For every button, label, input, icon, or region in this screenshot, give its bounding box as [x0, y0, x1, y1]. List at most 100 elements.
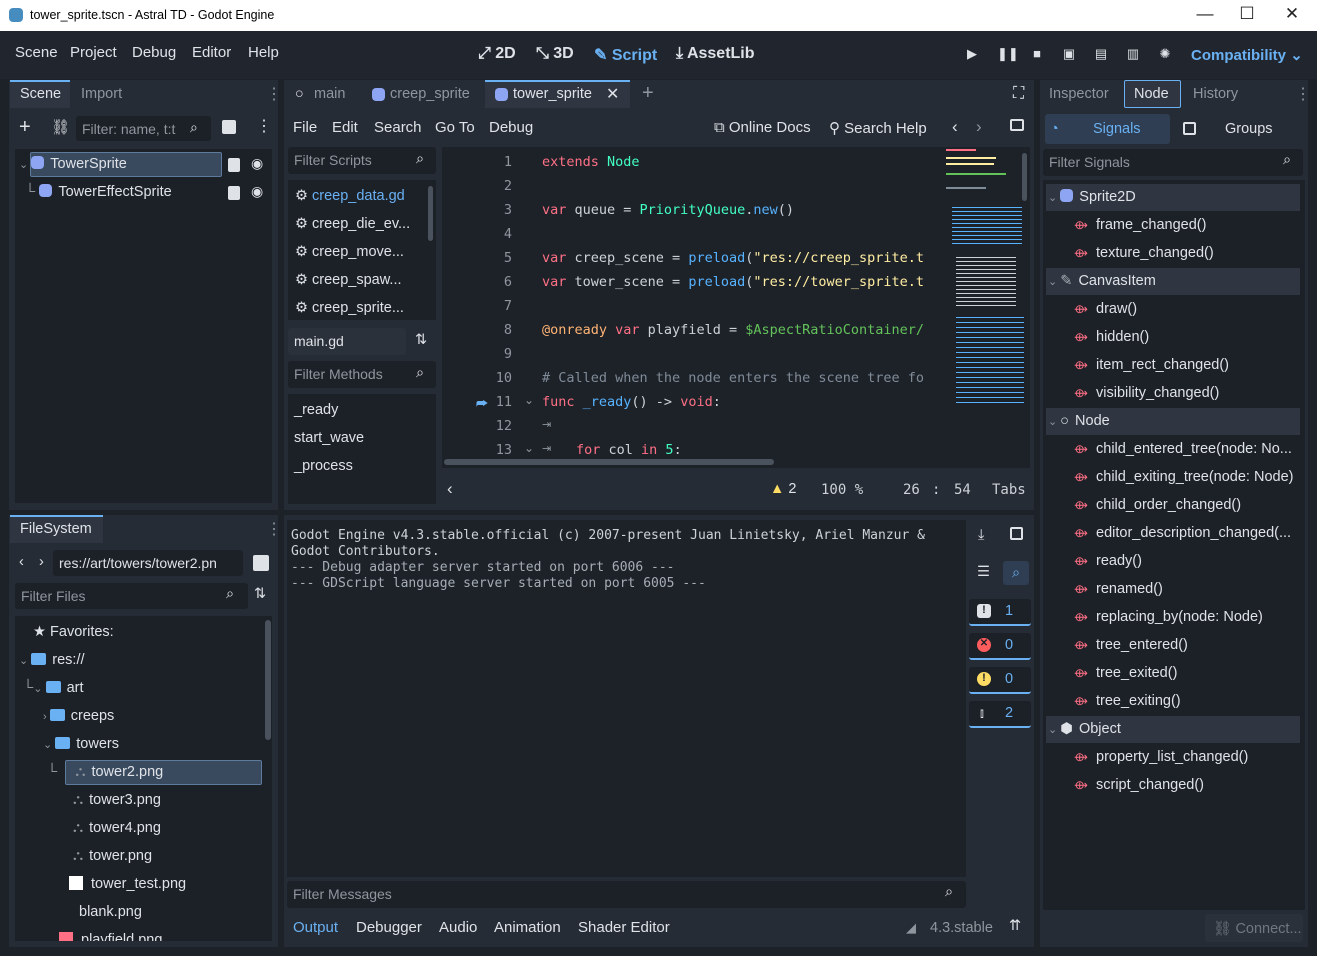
scene-options-icon[interactable]: ⋮: [256, 116, 272, 136]
float-window-icon[interactable]: [1010, 119, 1024, 131]
bottom-tab-animation[interactable]: Animation: [494, 919, 561, 936]
script-menu-debug[interactable]: Debug: [489, 119, 533, 136]
script-menu-goto[interactable]: Go To: [435, 119, 475, 136]
add-node-icon[interactable]: +: [19, 116, 31, 139]
script-menu-edit[interactable]: Edit: [332, 119, 358, 136]
signal-item-rect-changed[interactable]: ⟴ item_rect_changed(): [1074, 357, 1229, 373]
menu-project[interactable]: Project: [70, 44, 117, 61]
stop-icon[interactable]: ■: [1029, 47, 1045, 61]
signal-frame-changed[interactable]: ⟴ frame_changed(): [1074, 217, 1206, 233]
script-menu-search[interactable]: Search: [374, 119, 422, 136]
code-hscrollbar[interactable]: [444, 459, 774, 465]
sort-icon[interactable]: ⇅: [254, 586, 266, 602]
remote-debug-icon[interactable]: ▣: [1061, 47, 1077, 61]
close-tab-icon[interactable]: ✕: [606, 84, 619, 104]
tab-inspector[interactable]: Inspector: [1049, 86, 1109, 102]
favorites-item[interactable]: ★ Favorites:: [33, 624, 114, 640]
filter-messages-input[interactable]: Filter Messages: [287, 881, 966, 908]
signal-child-entered-tree[interactable]: ⟴ child_entered_tree(node: No...: [1074, 441, 1292, 457]
signal-ready[interactable]: ⟴ ready(): [1074, 553, 1142, 569]
collapse-icon[interactable]: ☰: [977, 564, 990, 580]
code-minimap[interactable]: [944, 147, 1024, 447]
copy-icon[interactable]: [1010, 527, 1023, 540]
filter-scripts-input[interactable]: Filter Scripts: [288, 147, 436, 174]
script-icon[interactable]: [228, 158, 240, 172]
script-list-scrollbar[interactable]: [428, 186, 433, 241]
file-tower[interactable]: ⛬ tower.png: [73, 848, 152, 864]
online-docs-button[interactable]: ⧉ Online Docs: [714, 119, 811, 136]
signal-tree-exiting[interactable]: ⟴ tree_exiting(): [1074, 693, 1181, 709]
signal-child-exiting-tree[interactable]: ⟴ child_exiting_tree(node: Node): [1074, 469, 1294, 485]
filesystem-path-input[interactable]: res://art/towers/tower2.pn: [53, 550, 243, 576]
editor-tab-tower-sprite[interactable]: tower_sprite: [513, 86, 592, 102]
file-tower4[interactable]: ⛬ tower4.png: [73, 820, 161, 836]
visibility-eye-icon[interactable]: ◉: [251, 155, 263, 172]
menu-debug[interactable]: Debug: [132, 44, 176, 61]
history-back-icon[interactable]: ‹: [952, 117, 958, 137]
filter-signals-input[interactable]: Filter Signals: [1043, 149, 1303, 176]
script-item-creep-data[interactable]: ⚙ creep_data.gd: [295, 188, 405, 204]
menu-editor[interactable]: Editor: [192, 44, 231, 61]
visibility-eye-icon[interactable]: ◉: [251, 183, 263, 200]
warning-count[interactable]: ▲ 2: [770, 481, 796, 497]
back-icon[interactable]: ‹: [19, 554, 24, 570]
minimize-icon[interactable]: —: [1195, 4, 1215, 24]
signal-property-list-changed[interactable]: ⟴ property_list_changed(): [1074, 749, 1248, 765]
folder-res[interactable]: ⌄ res://: [19, 652, 85, 668]
filesystem-scrollbar[interactable]: [265, 620, 271, 740]
folder-art[interactable]: └⌄ art: [23, 680, 83, 696]
bottom-tab-output[interactable]: Output: [293, 919, 338, 936]
mode-script-button[interactable]: ✎ Script: [594, 45, 657, 65]
distraction-free-icon[interactable]: ⛶: [1013, 85, 1024, 103]
new-tab-icon[interactable]: +: [642, 82, 654, 105]
bottom-tab-shader-editor[interactable]: Shader Editor: [578, 919, 670, 936]
more-options-icon[interactable]: ⋮: [266, 84, 282, 104]
play-scene-icon[interactable]: ▤: [1093, 47, 1109, 61]
mode-2d-button[interactable]: ⤢ 2D: [478, 45, 516, 63]
signal-editor-description-changed[interactable]: ⟴ editor_description_changed(...: [1074, 525, 1291, 541]
filter-methods-input[interactable]: Filter Methods: [288, 361, 436, 388]
method-process[interactable]: _process: [294, 458, 353, 474]
split-mode-icon[interactable]: [253, 555, 269, 571]
menu-scene[interactable]: Scene: [15, 44, 58, 61]
movie-maker-icon[interactable]: ✺: [1157, 47, 1173, 61]
signal-hidden[interactable]: ⟴ hidden(): [1074, 329, 1149, 345]
subtab-signals[interactable]: Signals: [1093, 121, 1141, 137]
signal-tree-exited[interactable]: ⟴ tree_exited(): [1074, 665, 1177, 681]
fold-icon[interactable]: ⌄: [524, 393, 534, 407]
signal-renamed[interactable]: ⟴ renamed(): [1074, 581, 1163, 597]
folder-towers[interactable]: ⌄ towers: [43, 736, 119, 752]
folder-creeps[interactable]: › creeps: [43, 708, 114, 724]
play-icon[interactable]: ▶: [964, 47, 980, 61]
sort-icon[interactable]: ⇅: [415, 332, 427, 348]
attach-script-icon[interactable]: [222, 120, 236, 134]
history-forward-icon[interactable]: ›: [976, 117, 982, 137]
menu-help[interactable]: Help: [248, 44, 279, 61]
tree-node-towereffectsprite[interactable]: └ TowerEffectSprite: [25, 184, 172, 200]
tab-history[interactable]: History: [1193, 86, 1238, 102]
renderer-select[interactable]: Compatibility ⌄: [1191, 46, 1303, 64]
script-icon[interactable]: [228, 186, 240, 200]
script-item-creep-spawn[interactable]: ⚙ creep_spaw...: [295, 272, 402, 288]
tab-filesystem[interactable]: FileSystem: [20, 521, 92, 537]
file-playfield[interactable]: playfield.png: [59, 932, 162, 941]
script-item-creep-sprite[interactable]: ⚙ creep_sprite...: [295, 300, 404, 316]
tab-import[interactable]: Import: [81, 86, 122, 102]
script-item-creep-die[interactable]: ⚙ creep_die_ev...: [295, 216, 410, 232]
play-custom-scene-icon[interactable]: ▥: [1125, 47, 1141, 61]
editor-messages-filter-button[interactable]: ⫾ 2: [969, 701, 1031, 728]
file-tower3[interactable]: ⛬ tower3.png: [73, 792, 161, 808]
pause-icon[interactable]: ❚❚: [997, 47, 1019, 61]
editor-tab-creep-sprite[interactable]: creep_sprite: [390, 86, 470, 102]
bottom-tab-debugger[interactable]: Debugger: [356, 919, 422, 936]
bottom-tab-audio[interactable]: Audio: [439, 919, 477, 936]
script-item-creep-move[interactable]: ⚙ creep_move...: [295, 244, 404, 260]
code-vscrollbar[interactable]: [1022, 153, 1027, 201]
more-options-icon[interactable]: ⋮: [1295, 84, 1311, 104]
close-icon[interactable]: ✕: [1282, 4, 1302, 24]
filter-files-input[interactable]: Filter Files: [15, 583, 248, 609]
method-ready[interactable]: _ready: [294, 402, 338, 418]
expand-panel-icon[interactable]: ⇈: [1009, 918, 1021, 934]
tab-node[interactable]: Node: [1134, 86, 1169, 102]
messages-filter-button[interactable]: ! 1: [969, 599, 1031, 626]
